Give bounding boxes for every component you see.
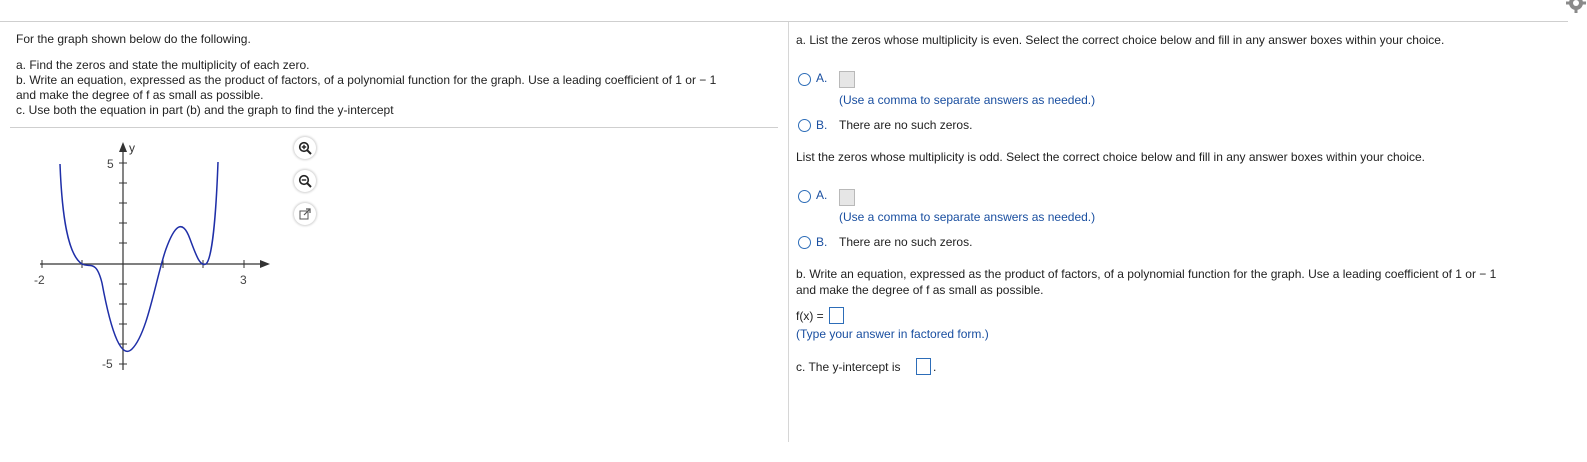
odd-choice-b-label: B. <box>816 235 828 249</box>
even-choice-b-label: B. <box>816 118 828 132</box>
zoom-out-button[interactable] <box>294 170 316 192</box>
part-c-prompt: c. The y-intercept is <box>796 360 901 374</box>
fx-answer-input[interactable] <box>829 307 844 324</box>
even-choice-a-label: A. <box>816 71 828 85</box>
task-b-continued: and make the degree of f as small as pos… <box>16 88 264 102</box>
y-intercept-answer-input[interactable] <box>916 358 931 375</box>
zoom-in-icon <box>298 141 312 155</box>
task-list: a. Find the zeros and state the multipli… <box>16 57 776 118</box>
tick-label-y-min: -5 <box>102 357 113 371</box>
odd-choice-b-radio[interactable] <box>798 236 811 249</box>
question-intro: For the graph shown below do the followi… <box>16 32 251 46</box>
odd-zeros-answer-box[interactable] <box>839 189 855 206</box>
tick-label-x-max: 3 <box>240 273 247 287</box>
even-choice-b-radio[interactable] <box>798 119 811 132</box>
odd-choice-b-text: There are no such zeros. <box>839 235 973 249</box>
tick-label-x-min: -2 <box>34 273 45 287</box>
part-b-prompt-continued: and make the degree of f as small as pos… <box>796 283 1044 297</box>
even-choice-a-radio[interactable] <box>798 73 811 86</box>
zoom-out-icon <box>298 174 312 188</box>
y-axis-label: y <box>129 141 135 155</box>
y-axis-arrow <box>119 142 127 152</box>
tick-label-y-max: 5 <box>107 157 114 171</box>
task-a: a. Find the zeros and state the multipli… <box>16 58 310 72</box>
odd-choice-a-radio[interactable] <box>798 190 811 203</box>
part-b-prompt: b. Write an equation, expressed as the p… <box>796 267 1497 281</box>
task-c: c. Use both the equation in part (b) and… <box>16 103 394 117</box>
popout-button[interactable] <box>294 203 316 225</box>
zoom-in-button[interactable] <box>294 137 316 159</box>
even-zeros-hint: (Use a comma to separate answers as need… <box>839 93 1096 107</box>
odd-choice-a-label: A. <box>816 188 828 202</box>
x-axis-arrow <box>260 260 270 268</box>
task-b: b. Write an equation, expressed as the p… <box>16 73 717 87</box>
fx-label: f(x) = <box>796 309 824 323</box>
panel-divider <box>788 22 789 442</box>
odd-zeros-hint: (Use a comma to separate answers as need… <box>839 210 1096 224</box>
polynomial-graph: y 5 -5 -2 3 <box>34 141 270 371</box>
part-b-hint: (Type your answer in factored form.) <box>796 327 989 341</box>
even-zeros-prompt: a. List the zeros whose multiplicity is … <box>796 33 1445 47</box>
even-zeros-answer-box[interactable] <box>839 71 855 88</box>
popout-icon <box>299 208 311 220</box>
polynomial-curve <box>59 161 219 352</box>
part-c-period: . <box>933 360 937 374</box>
gear-icon[interactable] <box>1565 0 1587 14</box>
even-choice-b-text: There are no such zeros. <box>839 118 973 132</box>
odd-zeros-prompt: List the zeros whose multiplicity is odd… <box>796 150 1425 164</box>
top-divider <box>0 21 1568 22</box>
question-divider <box>10 127 778 128</box>
question-panel: For the graph shown below do the followi… <box>16 32 776 118</box>
